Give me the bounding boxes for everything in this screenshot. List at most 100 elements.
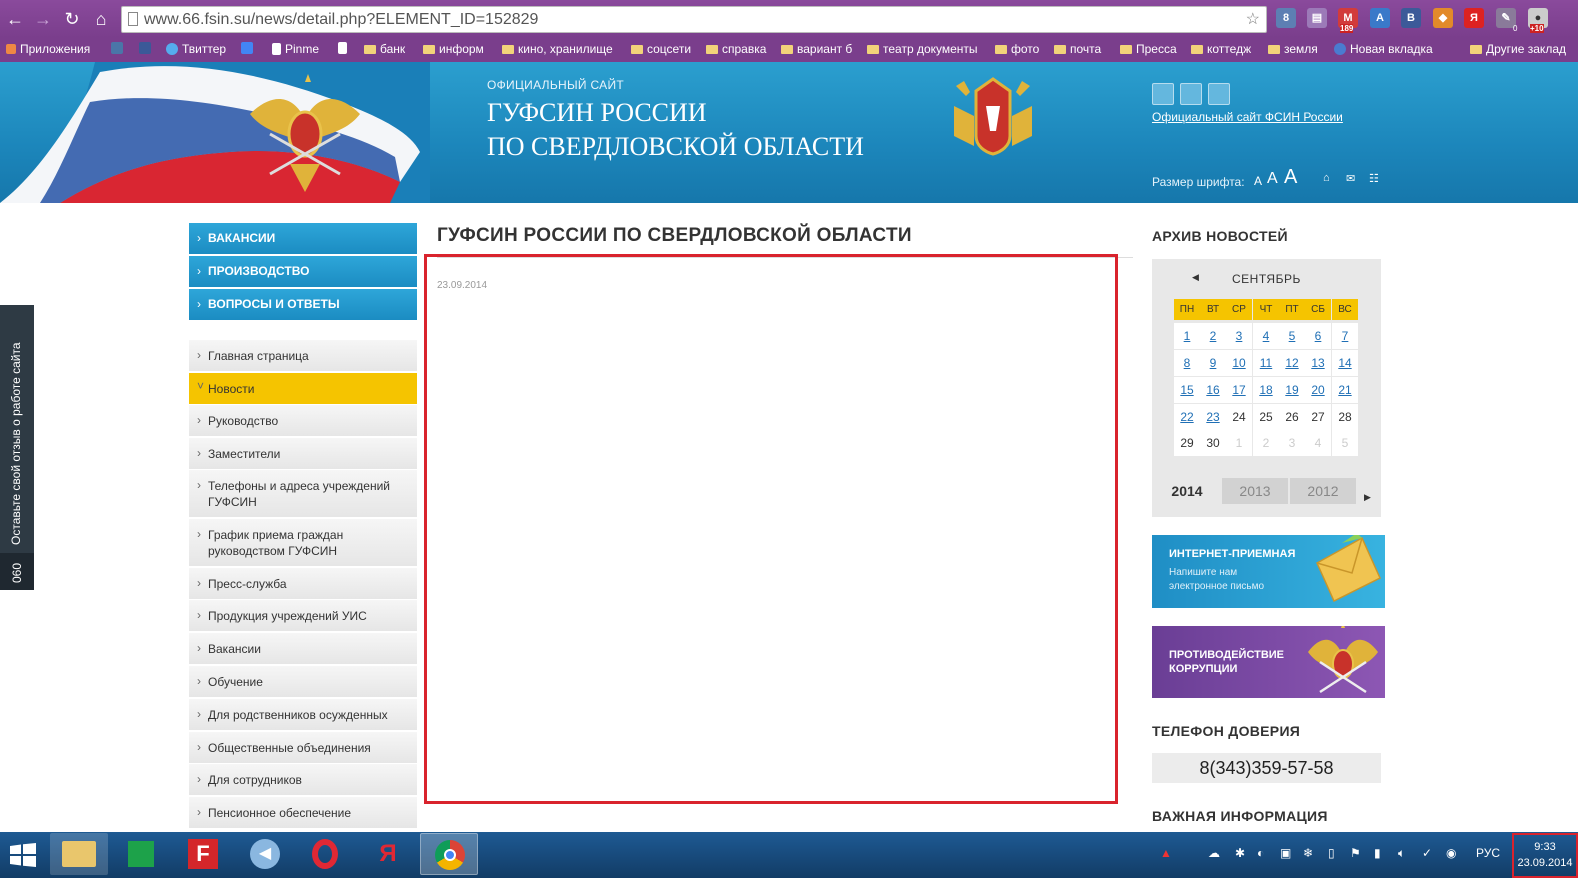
calendar-day-link[interactable]: 10: [1226, 350, 1252, 376]
bookmark-folder[interactable]: соцсети: [631, 42, 691, 56]
tray-icon[interactable]: ✓: [1422, 846, 1432, 860]
mobile-icon[interactable]: [1208, 83, 1230, 105]
rss-icon[interactable]: [1152, 83, 1174, 105]
bookmark-other[interactable]: Другие заклад: [1470, 42, 1566, 56]
side-item-associations[interactable]: Общественные объединения: [189, 732, 417, 764]
extension-icon[interactable]: ◆: [1433, 8, 1453, 28]
year-2014-tab[interactable]: 2014: [1160, 478, 1214, 504]
side-item-employees[interactable]: Для сотрудников: [189, 764, 417, 796]
mail-icon[interactable]: ✉: [1346, 172, 1355, 185]
yandex-taskbar-icon[interactable]: Я: [359, 833, 417, 875]
bookmark-folder[interactable]: вариант б: [781, 42, 852, 56]
bookmark-page[interactable]: [338, 42, 347, 54]
font-size-large[interactable]: A: [1284, 166, 1297, 189]
windows-start-icon[interactable]: [10, 843, 36, 867]
calendar-day-link[interactable]: 9: [1200, 350, 1226, 376]
bookmark-folder[interactable]: кино, хранилище: [502, 42, 613, 56]
calendar-day-link[interactable]: 18: [1253, 377, 1279, 403]
taskbar-clock[interactable]: 9:33 23.09.2014: [1512, 833, 1578, 878]
side-item-products[interactable]: Продукция учреждений УИС: [189, 600, 417, 632]
home-icon[interactable]: ⌂: [1323, 172, 1330, 184]
network-tray-icon[interactable]: ▮: [1374, 846, 1381, 860]
audio-taskbar-icon[interactable]: ◀: [236, 833, 294, 875]
side-item-phones[interactable]: Телефоны и адреса учреждений ГУФСИН: [189, 470, 417, 518]
bookmark-gplus[interactable]: [241, 42, 253, 54]
year-2012-tab[interactable]: 2012: [1290, 478, 1356, 504]
calendar-day-link[interactable]: 20: [1305, 377, 1331, 403]
reload-icon[interactable]: ↻: [61, 8, 83, 30]
calendar-day-link[interactable]: 14: [1332, 350, 1358, 376]
extension-icon[interactable]: 8: [1276, 8, 1296, 28]
next-year-icon[interactable]: ▶: [1364, 492, 1371, 503]
calendar-day-link[interactable]: 1: [1174, 323, 1200, 349]
home-icon[interactable]: ⌂: [90, 8, 112, 30]
bookmark-newtab[interactable]: Новая вкладка: [1334, 42, 1433, 56]
side-item-pension[interactable]: Пенсионное обеспечение: [189, 797, 417, 829]
back-icon[interactable]: ←: [4, 8, 26, 30]
calendar-day-link[interactable]: 23: [1200, 404, 1226, 430]
cloud-tray-icon[interactable]: ☁: [1208, 846, 1220, 860]
calendar-day-link[interactable]: 22: [1174, 404, 1200, 430]
side-item-leadership[interactable]: Руководство: [189, 405, 417, 437]
translate-icon[interactable]: A: [1370, 8, 1390, 28]
calendar-day-link[interactable]: 13: [1305, 350, 1331, 376]
bookmark-folder[interactable]: театр документы: [867, 42, 978, 56]
calendar-day-link[interactable]: 19: [1279, 377, 1305, 403]
tray-icon[interactable]: ◉: [1446, 846, 1456, 860]
bookmark-folder[interactable]: банк: [364, 42, 405, 56]
top-menu-production[interactable]: ПРОИЗВОДСТВО: [189, 256, 417, 287]
sitemap-icon[interactable]: ☷: [1369, 172, 1379, 185]
bookmark-folder[interactable]: Пресса: [1120, 42, 1177, 56]
flash-taskbar-icon[interactable]: F: [174, 833, 232, 875]
bookmark-apps[interactable]: Приложения: [6, 42, 90, 56]
bookmark-folder[interactable]: коттедж: [1191, 42, 1251, 56]
side-item-news[interactable]: Новости: [189, 373, 417, 405]
address-bar[interactable]: www.66.fsin.su/news/detail.php?ELEMENT_I…: [121, 6, 1267, 33]
tray-icon[interactable]: ▣: [1280, 846, 1291, 860]
calendar-day-link[interactable]: 8: [1174, 350, 1200, 376]
bluetooth-tray-icon[interactable]: ✱: [1235, 846, 1245, 860]
site-title[interactable]: ГУФСИН РОССИИ ПО СВЕРДЛОВСКОЙ ОБЛАСТИ: [487, 96, 907, 164]
calendar-day-link[interactable]: 17: [1226, 377, 1252, 403]
feedback-label[interactable]: Оставьте свой отзыв о работе сайта: [9, 342, 23, 545]
bookmark-folder[interactable]: почта: [1054, 42, 1101, 56]
bookmark-folder[interactable]: фото: [995, 42, 1039, 56]
side-item-education[interactable]: Обучение: [189, 666, 417, 698]
calendar-day-link[interactable]: 2: [1200, 323, 1226, 349]
year-2013-tab[interactable]: 2013: [1222, 478, 1288, 504]
flag-tray-icon[interactable]: ⚑: [1350, 846, 1361, 860]
side-item-vacancies[interactable]: Вакансии: [189, 633, 417, 665]
calendar-day-link[interactable]: 12: [1279, 350, 1305, 376]
calendar-day-link[interactable]: 16: [1200, 377, 1226, 403]
prev-month-icon[interactable]: ◀: [1192, 272, 1199, 283]
star-icon[interactable]: ☆: [1246, 7, 1260, 32]
chrome-taskbar-icon[interactable]: [420, 833, 478, 875]
side-item-relatives[interactable]: Для родственников осужденных: [189, 699, 417, 731]
language-indicator[interactable]: РУС: [1476, 846, 1500, 860]
calendar-day-link[interactable]: 5: [1279, 323, 1305, 349]
volume-tray-icon[interactable]: 🔈︎: [1398, 846, 1405, 861]
extension-icon[interactable]: ▤: [1307, 8, 1327, 28]
bookmark-folder[interactable]: справка: [706, 42, 766, 56]
bookmark-twitter[interactable]: Твиттер: [166, 42, 226, 56]
opera-taskbar-icon[interactable]: [297, 833, 355, 875]
anti-corruption-banner[interactable]: ПРОТИВОДЕЙСТВИЕ КОРРУПЦИИ: [1152, 626, 1385, 698]
print-icon[interactable]: [1180, 83, 1202, 105]
bookmark-vk[interactable]: [111, 42, 123, 54]
bookmark-folder[interactable]: земля: [1268, 42, 1318, 56]
snowflake-tray-icon[interactable]: ❄: [1303, 846, 1313, 860]
internet-reception-banner[interactable]: ИНТЕРНЕТ-ПРИЕМНАЯ Напишите нам электронн…: [1152, 535, 1385, 608]
calendar-day-link[interactable]: 11: [1253, 350, 1279, 376]
feedback-code-box[interactable]: 060: [0, 553, 34, 590]
explorer-taskbar-icon[interactable]: [50, 833, 108, 875]
vk-icon[interactable]: B: [1401, 8, 1421, 28]
tray-icon[interactable]: ◐: [1257, 846, 1264, 860]
bookmark-folder[interactable]: информ: [423, 42, 484, 56]
calendar-day-link[interactable]: 3: [1226, 323, 1252, 349]
side-item-schedule[interactable]: График приема граждан руководством ГУФСИ…: [189, 519, 417, 567]
calendar-day-link[interactable]: 4: [1253, 323, 1279, 349]
font-size-small[interactable]: A: [1254, 174, 1262, 188]
side-item-press[interactable]: Пресс-служба: [189, 568, 417, 600]
bookmark-facebook[interactable]: [139, 42, 151, 54]
bookmark-pinme[interactable]: Pinme: [272, 42, 319, 56]
